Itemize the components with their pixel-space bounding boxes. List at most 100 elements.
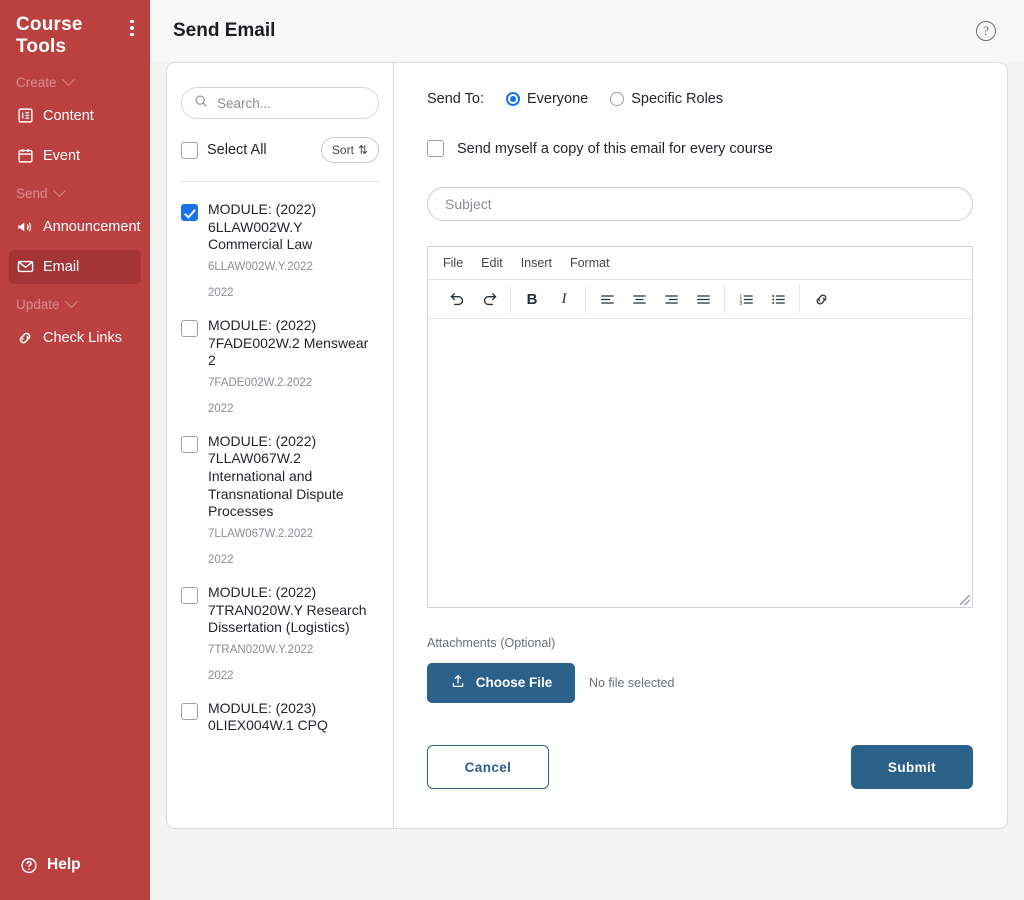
bold-icon[interactable]: B (518, 285, 546, 313)
copy-to-self-checkbox[interactable] (427, 140, 444, 157)
page-title: Send Email (173, 20, 276, 41)
module-checkbox[interactable] (181, 204, 198, 221)
module-name: MODULE: (2022) 6LLAW002W.Y Commercial La… (208, 201, 317, 253)
sort-label: Sort (331, 143, 354, 157)
rich-text-editor: File Edit Insert Format B I 1 2 3 (427, 246, 973, 608)
send-to-row: Send To: Everyone Specific Roles (427, 91, 977, 107)
module-checkbox[interactable] (181, 586, 198, 604)
module-year: 2022 (208, 669, 234, 682)
menu-edit[interactable]: Edit (481, 256, 503, 270)
sidebar-item-content[interactable]: Content (9, 99, 141, 133)
select-all-row: Select All Sort ⇅ (167, 119, 393, 163)
kebab-menu-icon[interactable] (124, 16, 140, 40)
align-right-icon[interactable] (657, 285, 685, 313)
send-to-label: Send To: (427, 91, 484, 107)
align-center-icon[interactable] (625, 285, 653, 313)
bullet-list-icon[interactable] (764, 285, 792, 313)
list-item[interactable]: MODULE: (2022) 7FADE002W.2 Menswear 2 7F… (167, 312, 393, 415)
radio-specific-roles-input[interactable] (610, 92, 625, 106)
chevron-down-icon (61, 73, 75, 86)
link-icon[interactable] (807, 285, 835, 313)
sidebar-item-label: Event (43, 147, 81, 164)
app-root: Course Tools Create Content Event Send A… (0, 0, 1024, 900)
menu-format[interactable]: Format (570, 256, 610, 270)
choose-file-label: Choose File (475, 675, 553, 691)
attachments-row: Choose File No file selected (427, 663, 977, 703)
submit-button[interactable]: Submit (851, 745, 973, 789)
choose-file-button[interactable]: Choose File (427, 663, 575, 703)
subject-input[interactable] (427, 187, 973, 221)
italic-icon[interactable]: I (550, 285, 578, 313)
sidebar: Course Tools Create Content Event Send A… (0, 0, 150, 900)
email-card: Select All Sort ⇅ MODULE: (2022) 6LLAW00… (166, 62, 1008, 829)
radio-specific-roles[interactable]: Specific Roles (610, 91, 723, 107)
radio-everyone-input[interactable] (505, 92, 520, 106)
menu-file[interactable]: File (443, 256, 463, 270)
sidebar-item-label: Announcement (43, 218, 141, 235)
editor-resize-handle[interactable] (960, 595, 970, 605)
content-icon (16, 107, 34, 125)
redo-icon[interactable] (475, 285, 503, 313)
calendar-icon (16, 147, 34, 165)
form-actions: Cancel Submit (427, 745, 973, 789)
editor-menubar: File Edit Insert Format (428, 247, 972, 280)
numbered-list-icon[interactable]: 1 2 3 (732, 285, 760, 313)
cancel-button[interactable]: Cancel (427, 745, 549, 789)
copy-to-self-label: Send myself a copy of this email for eve… (457, 140, 773, 157)
radio-everyone-label: Everyone (526, 91, 589, 107)
module-code: 7TRAN020W.Y.2022 (208, 643, 314, 656)
list-item[interactable]: MODULE: (2023) 0LIEX004W.1 CPQ (167, 695, 393, 735)
sidebar-help-button[interactable]: Help (0, 844, 150, 900)
radio-everyone[interactable]: Everyone (505, 91, 589, 107)
sidebar-group-update[interactable]: Update (0, 287, 150, 318)
module-body: MODULE: (2022) 7TRAN020W.Y Research Diss… (208, 584, 379, 682)
module-checkbox[interactable] (181, 319, 198, 337)
module-year: 2022 (208, 553, 234, 566)
toolbar-group-link (800, 285, 842, 313)
select-all-checkbox[interactable] (181, 141, 198, 159)
attachments-optional: (Optional) (500, 636, 556, 650)
search-box[interactable] (181, 87, 379, 119)
attachments-label: Attachments (Optional) (427, 634, 977, 650)
content-area: Select All Sort ⇅ MODULE: (2022) 6LLAW00… (166, 62, 1008, 900)
module-checkbox[interactable] (181, 435, 198, 453)
sidebar-item-check-links[interactable]: Check Links (9, 321, 141, 355)
list-item[interactable]: MODULE: (2022) 7LLAW067W.2 International… (167, 428, 393, 566)
svg-text:3: 3 (739, 301, 742, 307)
sidebar-item-email[interactable]: Email (9, 249, 141, 284)
module-list[interactable]: MODULE: (2022) 6LLAW002W.Y Commercial La… (167, 182, 393, 828)
sidebar-item-label: Email (43, 258, 80, 275)
toolbar-group-history (436, 285, 511, 313)
undo-icon[interactable] (443, 285, 471, 313)
sidebar-group-send-label: Send (16, 185, 48, 201)
search-wrap (167, 87, 393, 119)
module-checkbox[interactable] (181, 702, 198, 720)
search-input[interactable] (217, 95, 366, 111)
chevron-down-icon (52, 184, 66, 197)
sidebar-help-label: Help (47, 856, 81, 873)
link-icon (16, 329, 34, 347)
editor-body[interactable] (428, 319, 972, 607)
email-form-pane: Send To: Everyone Specific Roles Send my… (394, 63, 1007, 828)
sidebar-item-announcement[interactable]: Announcement (9, 210, 141, 244)
sidebar-group-send[interactable]: Send (0, 176, 150, 207)
align-justify-icon[interactable] (689, 285, 717, 313)
sidebar-item-event[interactable]: Event (9, 139, 141, 173)
module-body: MODULE: (2023) 0LIEX004W.1 CPQ (208, 700, 379, 735)
align-left-icon[interactable] (593, 285, 621, 313)
select-all-label: Select All (207, 142, 267, 158)
menu-insert[interactable]: Insert (521, 256, 552, 270)
module-code: 7LLAW067W.2.2022 (208, 527, 314, 540)
sidebar-group-update-label: Update (16, 296, 60, 312)
sort-button[interactable]: Sort ⇅ (320, 137, 379, 163)
no-file-selected-text: No file selected (589, 676, 675, 690)
sidebar-group-create[interactable]: Create (0, 65, 150, 96)
list-item[interactable]: MODULE: (2022) 7TRAN020W.Y Research Diss… (167, 579, 393, 682)
sort-arrows-icon: ⇅ (357, 143, 368, 157)
envelope-icon (16, 258, 34, 276)
megaphone-icon (16, 218, 34, 236)
list-item[interactable]: MODULE: (2022) 6LLAW002W.Y Commercial La… (167, 196, 393, 299)
question-circle-icon[interactable]: ? (976, 21, 996, 41)
module-code: 6LLAW002W.Y.2022 (208, 260, 313, 273)
